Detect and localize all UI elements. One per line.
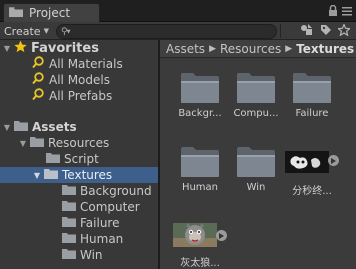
folder-icon: [30, 136, 44, 150]
asset-name: Backgr...: [178, 108, 222, 119]
chevron-down-icon: ▼: [66, 28, 71, 35]
search-icon: [32, 56, 45, 72]
tree-favorite-item[interactable]: All Prefabs: [32, 88, 112, 104]
folder-icon: [62, 200, 76, 214]
tree-script[interactable]: Script: [46, 151, 99, 167]
search-by-label-icon[interactable]: [320, 24, 332, 39]
favorite-label: All Models: [49, 73, 110, 87]
asset-texture[interactable]: 分秒终...: [284, 146, 340, 197]
folder-icon: [14, 120, 28, 134]
create-label: Create: [4, 24, 41, 38]
star-icon: [14, 40, 27, 56]
tab-project[interactable]: Project: [3, 3, 100, 22]
save-search-icon[interactable]: [336, 22, 352, 39]
chevron-right-icon: ▶: [209, 43, 216, 54]
folder-icon: [62, 248, 76, 262]
folder-open-icon: [44, 168, 58, 182]
tab-title: Project: [29, 6, 71, 20]
folder-icon: [9, 6, 23, 20]
favorite-label: All Prefabs: [49, 89, 113, 103]
create-button[interactable]: Create ▼: [4, 24, 49, 38]
tree-textures[interactable]: ▼ Textures: [0, 167, 158, 183]
folder-icon: [180, 146, 220, 178]
asset-folder[interactable]: Compu...: [228, 72, 284, 119]
asset-folder[interactable]: Failure: [284, 72, 340, 119]
lock-icon[interactable]: [328, 4, 338, 19]
expand-arrow-icon[interactable]: ▼: [18, 139, 28, 148]
tree-favorites[interactable]: ▼ Favorites: [2, 40, 99, 56]
menu-icon[interactable]: [342, 5, 352, 19]
asset-name: 分秒终...: [292, 186, 332, 197]
folder-label: Win: [80, 248, 103, 262]
play-icon[interactable]: [328, 155, 339, 166]
folder-icon: [236, 72, 276, 104]
tree-favorite-item[interactable]: All Materials: [32, 56, 123, 72]
expand-arrow-icon[interactable]: ▼: [2, 44, 12, 53]
asset-name: Failure: [295, 108, 329, 119]
asset-name: Win: [246, 182, 266, 193]
tree-texture-child[interactable]: Failure: [62, 215, 119, 231]
folder-icon: [62, 232, 76, 246]
divider: [280, 24, 281, 38]
breadcrumb: Assets ▶ Resources ▶ Textures: [160, 40, 356, 58]
asset-folder[interactable]: Backgr...: [172, 72, 228, 119]
folder-icon: [62, 216, 76, 230]
expand-arrow-icon[interactable]: ▼: [2, 123, 12, 132]
tree-assets[interactable]: ▼ Assets: [2, 119, 77, 135]
expand-arrow-icon[interactable]: ▼: [32, 171, 42, 180]
textures-label: Textures: [62, 168, 113, 182]
breadcrumb-item[interactable]: Assets: [166, 42, 205, 56]
tree-texture-child[interactable]: Win: [62, 247, 103, 263]
resources-label: Resources: [48, 136, 110, 150]
search-field[interactable]: ⚲ ▼: [56, 24, 277, 39]
texture-thumbnail: [173, 220, 227, 250]
folder-icon: [236, 146, 276, 178]
search-icon: [32, 88, 45, 104]
chevron-right-icon: ▶: [285, 43, 293, 54]
tree-texture-child[interactable]: Human: [62, 231, 123, 247]
folder-icon: [46, 152, 60, 166]
tree-favorite-item[interactable]: All Models: [32, 72, 110, 88]
asset-name: 灰太狼...: [180, 258, 220, 269]
asset-texture[interactable]: 灰太狼...: [172, 220, 228, 269]
breadcrumb-item[interactable]: Resources: [220, 42, 281, 56]
assets-label: Assets: [32, 120, 77, 134]
tree-texture-child[interactable]: Background: [62, 183, 152, 199]
tree-resources[interactable]: ▼ Resources: [18, 135, 109, 151]
asset-name: Human: [181, 182, 219, 193]
folder-icon: [62, 184, 76, 198]
project-toolbar: Create ▼ ⚲ ▼: [0, 22, 356, 40]
favorites-label: Favorites: [31, 40, 99, 56]
script-label: Script: [64, 152, 99, 166]
chevron-down-icon: ▼: [43, 27, 49, 35]
folder-label: Failure: [80, 216, 120, 230]
asset-folder[interactable]: Win: [228, 146, 284, 193]
folder-label: Background: [80, 184, 152, 198]
folder-label: Computer: [80, 200, 140, 214]
texture-thumbnail: [285, 146, 339, 178]
search-by-type-icon[interactable]: [300, 24, 314, 39]
play-icon[interactable]: [216, 230, 227, 241]
favorite-label: All Materials: [49, 57, 123, 71]
search-icon: [32, 72, 45, 88]
search-input[interactable]: [73, 26, 264, 37]
breadcrumb-item[interactable]: Textures: [296, 42, 354, 56]
asset-name: Compu...: [233, 108, 279, 119]
asset-grid-panel: Assets ▶ Resources ▶ Textures Backgr... …: [160, 40, 356, 269]
tab-bar: Project: [0, 0, 356, 22]
folder-label: Human: [80, 232, 124, 246]
folder-icon: [292, 72, 332, 104]
folder-tree-panel: ▼ Favorites All Materials All Models All…: [0, 40, 158, 269]
tree-texture-child[interactable]: Computer: [62, 199, 140, 215]
asset-folder[interactable]: Human: [172, 146, 228, 193]
folder-icon: [180, 72, 220, 104]
